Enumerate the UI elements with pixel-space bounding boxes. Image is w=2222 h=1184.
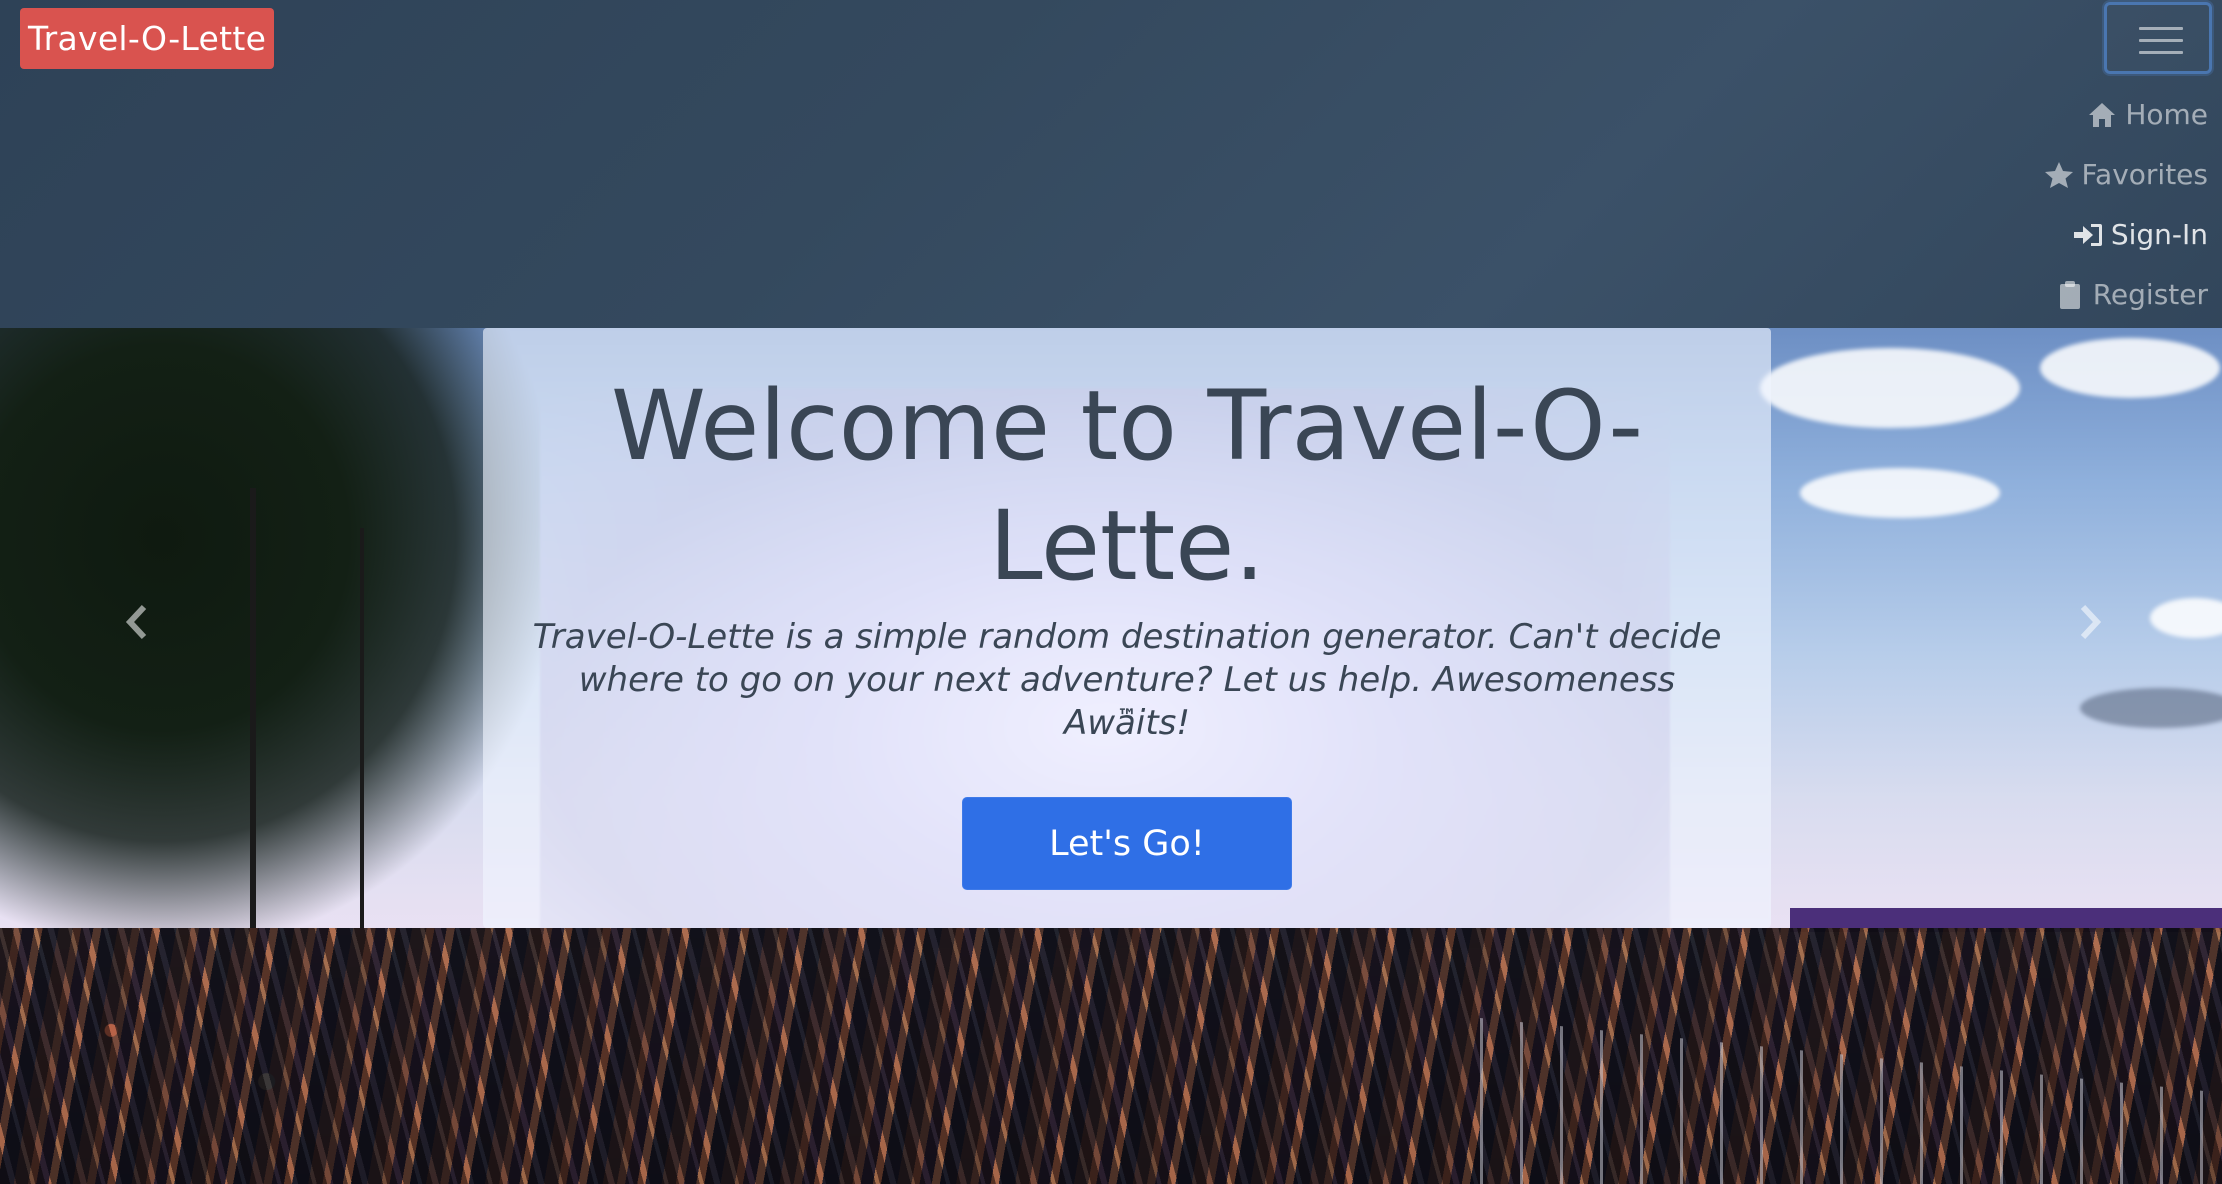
nav-link-label: Home: [2125, 98, 2208, 131]
sign-in-icon: [2073, 220, 2103, 250]
trademark-symbol: ™: [1117, 704, 1137, 728]
clipboard-icon: [2055, 280, 2085, 310]
carousel-next-button[interactable]: [2070, 600, 2110, 650]
navbar-toggler-button[interactable]: [2104, 2, 2212, 74]
brand-logo-link[interactable]: Travel-O-Lette: [20, 8, 275, 69]
nav-link-favorites[interactable]: Favorites: [2044, 158, 2208, 191]
nav-link-home[interactable]: Home: [2087, 98, 2208, 131]
hamburger-icon: [2139, 27, 2183, 30]
navbar: Travel-O-Lette Home Favorites Sign-In Re…: [0, 0, 2222, 328]
welcome-jumbotron: Welcome to Travel-O-Lette. Travel-O-Lett…: [483, 328, 1771, 928]
nav-link-label: Register: [2092, 278, 2208, 311]
nav-link-label: Favorites: [2081, 158, 2208, 191]
background-trees: [0, 328, 540, 928]
lets-go-button[interactable]: Let's Go!: [962, 797, 1292, 890]
chevron-right-icon: [2077, 600, 2103, 651]
chevron-left-icon: [124, 600, 150, 651]
page-title: Welcome to Travel-O-Lette.: [610, 370, 1644, 602]
carousel-prev-button[interactable]: [117, 600, 157, 650]
nav-link-label: Sign-In: [2110, 218, 2208, 251]
nav-link-sign-in[interactable]: Sign-In: [2073, 218, 2208, 251]
star-icon: [2044, 160, 2074, 190]
home-icon: [2087, 100, 2117, 130]
nav-link-register[interactable]: Register: [2055, 278, 2208, 311]
